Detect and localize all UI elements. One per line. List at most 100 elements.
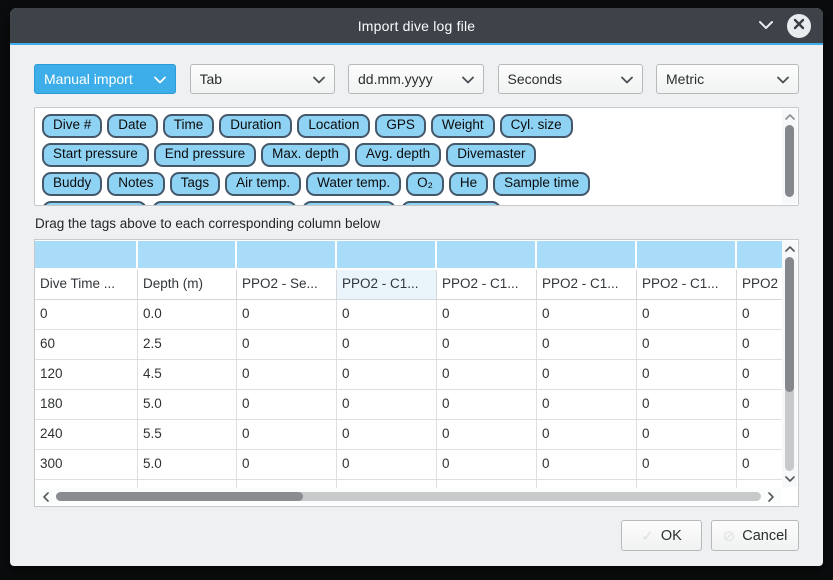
table-cell (637, 480, 737, 488)
chevron-down-icon (148, 71, 166, 87)
table-cell: 0 (437, 300, 537, 330)
tags-panel: Dive #DateTimeDurationLocationGPSWeightC… (34, 107, 799, 206)
tag-dive[interactable]: Dive # (42, 114, 102, 138)
scroll-up-icon[interactable] (782, 110, 797, 124)
tag-max-depth[interactable]: Max. depth (261, 143, 350, 167)
field-separator-value: Tab (200, 71, 307, 87)
table-vertical-scrollbar[interactable] (782, 241, 797, 487)
tag-sample-depth[interactable]: Sample depth (42, 201, 147, 205)
tag-sample-po[interactable]: Sample pO₂ (302, 201, 397, 205)
scrollbar-thumb[interactable] (785, 257, 794, 392)
tag-end-pressure[interactable]: End pressure (154, 143, 256, 167)
date-format-select[interactable]: dd.mm.yyyy (348, 64, 484, 94)
table-row: 2405.5000000 (35, 420, 782, 450)
scroll-right-icon[interactable] (763, 488, 779, 505)
import-dive-log-dialog: Import dive log file Manual import Tab (10, 8, 823, 566)
table-cell (737, 480, 782, 488)
close-button[interactable] (787, 14, 811, 38)
tag-air-temp[interactable]: Air temp. (225, 172, 301, 196)
table-row: 1204.5000000 (35, 360, 782, 390)
scrollbar-thumb[interactable] (785, 125, 794, 197)
tag-divemaster[interactable]: Divemaster (446, 143, 536, 167)
tag-he[interactable]: He (449, 172, 488, 196)
shade-button[interactable] (757, 17, 775, 35)
drop-target-cell[interactable] (237, 241, 335, 268)
table-cell: 0 (737, 450, 782, 480)
table-cell: 5.0 (138, 390, 237, 420)
drop-target-cell[interactable] (35, 241, 136, 268)
units-value: Metric (666, 71, 771, 87)
tag-location[interactable]: Location (297, 114, 370, 138)
tag-tags[interactable]: Tags (170, 172, 221, 196)
table-row: 1805.0000000 (35, 390, 782, 420)
drop-target-cell[interactable] (437, 241, 535, 268)
column-header: PPO2 (737, 270, 782, 300)
table-cell: 0 (537, 360, 637, 390)
table-cell: 0 (537, 390, 637, 420)
tag-o[interactable]: O₂ (406, 172, 444, 196)
tag-sample-temperature[interactable]: Sample temperature (152, 201, 296, 205)
cancel-button[interactable]: ⊘Cancel (711, 520, 799, 551)
table-row-partial (35, 480, 782, 488)
tag-date[interactable]: Date (107, 114, 158, 138)
tag-avg-depth[interactable]: Avg. depth (355, 143, 441, 167)
tags-vertical-scrollbar[interactable] (782, 109, 797, 204)
tag-weight[interactable]: Weight (431, 114, 495, 138)
table-cell: 300 (35, 450, 138, 480)
table-cell: 0 (537, 330, 637, 360)
tag-sample-cns[interactable]: Sample CNS (401, 201, 501, 205)
table-cell: 0.0 (138, 300, 237, 330)
table-cell: 120 (35, 360, 138, 390)
table-horizontal-scrollbar[interactable] (36, 488, 781, 505)
table-cell: 0 (737, 330, 782, 360)
units-select[interactable]: Metric (656, 64, 799, 94)
tag-cyl-size[interactable]: Cyl. size (500, 114, 573, 138)
table-cell: 0 (237, 450, 337, 480)
table-cell: 240 (35, 420, 138, 450)
column-header: Depth (m) (138, 270, 237, 300)
instruction-label: Drag the tags above to each correspondin… (35, 216, 799, 231)
cancel-circle-icon: ⊘ (723, 527, 736, 545)
tag-water-temp[interactable]: Water temp. (306, 172, 401, 196)
duration-format-value: Seconds (508, 71, 615, 87)
table-cell: 0 (737, 360, 782, 390)
date-format-value: dd.mm.yyyy (358, 71, 456, 87)
scroll-down-icon[interactable] (782, 472, 797, 486)
duration-format-select[interactable]: Seconds (498, 64, 643, 94)
tag-sample-time[interactable]: Sample time (493, 172, 590, 196)
drop-target-cell[interactable] (737, 241, 782, 268)
field-separator-select[interactable]: Tab (190, 64, 335, 94)
tag-notes[interactable]: Notes (107, 172, 164, 196)
table-row: 602.5000000 (35, 330, 782, 360)
scrollbar-thumb[interactable] (56, 492, 303, 501)
tag-time[interactable]: Time (163, 114, 215, 138)
tag-row: Sample depth Sample temperature Sample pO₂… (42, 201, 781, 205)
table-cell: 0 (437, 330, 537, 360)
tag-buddy[interactable]: Buddy (42, 172, 102, 196)
scrollbar-track (56, 492, 761, 501)
tag-duration[interactable]: Duration (219, 114, 292, 138)
drop-target-cell[interactable] (637, 241, 735, 268)
table-cell: 0 (437, 360, 537, 390)
table-cell: 0 (637, 330, 737, 360)
column-header: PPO2 - C1... (337, 270, 437, 300)
drop-target-cell[interactable] (138, 241, 235, 268)
table-cell: 0 (237, 360, 337, 390)
table-cell (138, 480, 237, 488)
import-mode-select[interactable]: Manual import (34, 64, 176, 94)
close-icon (793, 17, 805, 35)
tag-start-pressure[interactable]: Start pressure (42, 143, 149, 167)
drop-target-cell[interactable] (337, 241, 435, 268)
tag-gps[interactable]: GPS (375, 114, 426, 138)
scroll-up-icon[interactable] (782, 242, 797, 256)
table-cell: 0 (35, 300, 138, 330)
ok-button[interactable]: ✓OK (621, 520, 702, 551)
column-header: PPO2 - C1... (637, 270, 737, 300)
drop-target-cell[interactable] (537, 241, 635, 268)
table-cell: 0 (237, 390, 337, 420)
table-cell (537, 480, 637, 488)
table-row: 00.0000000 (35, 300, 782, 330)
chevron-down-icon (456, 71, 474, 87)
scroll-left-icon[interactable] (38, 488, 54, 505)
chevron-down-icon (771, 71, 789, 87)
